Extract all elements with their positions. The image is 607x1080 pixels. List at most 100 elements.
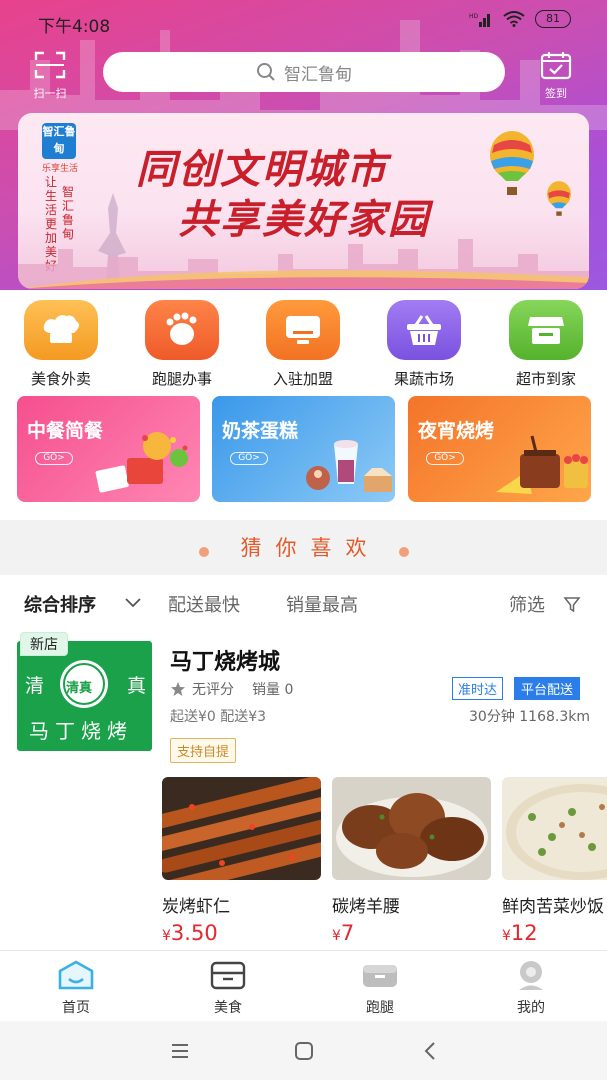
- category-label: 果蔬市场: [393, 370, 454, 388]
- search-placeholder: 智汇鲁甸: [284, 64, 352, 85]
- tab-label: 跑腿: [366, 1000, 394, 1016]
- sort-fastest-delivery[interactable]: 配送最快: [168, 591, 240, 617]
- sort-bar: 综合排序 配送最快 销量最高 筛选: [0, 583, 607, 623]
- new-shop-badge: 新店: [20, 632, 68, 656]
- shop-logo-seal-text: 清真: [66, 681, 93, 696]
- banner-logo: 智汇鲁甸: [42, 123, 76, 159]
- guess-you-like-title: 猜你喜欢: [240, 536, 381, 560]
- back-icon[interactable]: [419, 1039, 443, 1063]
- promo-title: 夜宵烧烤: [418, 420, 495, 442]
- category-label: 入驻加盟: [272, 370, 333, 388]
- shop-logo-text: 清: [25, 675, 45, 697]
- shop-name[interactable]: 马丁烧烤城: [170, 644, 280, 676]
- shop-rating-row: 无评分 销量 0: [170, 679, 293, 699]
- chevron-down-icon[interactable]: [124, 597, 142, 609]
- scan-label: 扫一扫: [33, 87, 67, 100]
- shop-logo-text: 真: [127, 675, 147, 697]
- wifi-icon: [503, 11, 525, 27]
- calendar-check-icon: [540, 52, 572, 80]
- sort-comprehensive[interactable]: 综合排序: [24, 591, 96, 617]
- dish-name: 鲜肉苦菜炒饭: [502, 897, 604, 917]
- category-supermarket[interactable]: 超市到家: [496, 300, 596, 389]
- shop-logo-name: 马丁烧烤: [29, 719, 133, 743]
- chef-hat-icon: [24, 300, 98, 360]
- promo-chinese-meal[interactable]: 中餐简餐 GO>: [17, 396, 200, 502]
- errand-box-icon: [363, 965, 397, 987]
- scan-icon: [34, 51, 66, 79]
- self-pickup-badge: 支持自提: [170, 738, 237, 763]
- home-icon: [58, 960, 94, 990]
- status-time: 下午4:08: [38, 17, 111, 37]
- sort-top-sales[interactable]: 销量最高: [286, 591, 358, 617]
- bottom-tab-bar: 首页 美食 跑腿 我的: [0, 950, 607, 1020]
- filter-icon[interactable]: [563, 595, 581, 613]
- bbq-illustration: [496, 435, 588, 494]
- tab-food[interactable]: 美食: [183, 959, 273, 1017]
- basket-icon: [387, 300, 461, 360]
- banner-logo-sub: 乐享生活: [42, 164, 79, 174]
- promo-go-button: GO>: [35, 452, 73, 465]
- tab-label: 我的: [517, 1000, 545, 1016]
- promo-go-button: GO>: [426, 452, 464, 465]
- category-produce-market[interactable]: 果蔬市场: [374, 300, 474, 389]
- dish-image: [502, 777, 607, 880]
- dish-card[interactable]: 鲜肉苦菜炒饭 ¥12: [502, 777, 607, 945]
- star-icon: [171, 682, 185, 696]
- monitor-icon: [266, 300, 340, 360]
- dish-name: 碳烤羊腰: [332, 897, 400, 917]
- category-label: 美食外卖: [30, 370, 91, 388]
- promo-banner[interactable]: 智汇鲁甸 乐享生活 让生活更加美好 智汇鲁甸 同创文明城市 共享美好家园: [18, 113, 589, 289]
- status-icons: HD 81: [469, 10, 571, 28]
- cake-illustration: [306, 440, 392, 492]
- home-square-icon[interactable]: [292, 1039, 316, 1063]
- signin-label: 签到: [545, 87, 567, 100]
- category-label: 超市到家: [515, 370, 576, 388]
- shop-distance: 30分钟 1168.3km: [469, 709, 590, 725]
- category-label: 跑腿办事: [151, 370, 212, 388]
- filter-button[interactable]: 筛选: [509, 591, 545, 617]
- category-grid: 美食外卖 跑腿办事 入驻加盟 果蔬市场 超市到家: [0, 300, 607, 392]
- dish-card[interactable]: 碳烤羊腰 ¥7: [332, 777, 491, 945]
- category-errand[interactable]: 跑腿办事: [132, 300, 232, 389]
- shop-logo[interactable]: 清 清真 真 马丁烧烤: [17, 641, 152, 751]
- dish-price: ¥3.50: [162, 921, 218, 945]
- dish-image: [162, 777, 321, 880]
- promo-milk-tea-cake[interactable]: 奶茶蛋糕 GO>: [212, 396, 395, 502]
- dot-decoration-icon: [399, 547, 409, 557]
- tab-label: 美食: [214, 1000, 242, 1016]
- search-icon: [257, 63, 275, 81]
- dot-decoration-icon: [199, 547, 209, 557]
- dish-price: ¥7: [332, 921, 355, 945]
- footprint-icon: [145, 300, 219, 360]
- category-food-delivery[interactable]: 美食外卖: [11, 300, 111, 389]
- shop-sales: 销量 0: [252, 682, 294, 698]
- scan-button[interactable]: 扫一扫: [28, 50, 72, 101]
- shop-rating: 无评分: [192, 682, 234, 698]
- app-screen: 下午4:08 HD 81 扫一扫 智汇鲁甸 签到 智汇鲁甸 乐享生活 让生活更加…: [0, 0, 607, 1080]
- svg-text:HD: HD: [469, 13, 479, 20]
- system-nav-bar: [0, 1021, 607, 1080]
- tab-errand[interactable]: 跑腿: [335, 959, 425, 1017]
- profile-icon: [519, 961, 543, 990]
- tab-label: 首页: [62, 1000, 90, 1016]
- promo-late-night-bbq[interactable]: 夜宵烧烤 GO>: [408, 396, 591, 502]
- dish-card[interactable]: 炭烤虾仁 ¥3.50: [162, 777, 321, 945]
- store-icon: [509, 300, 583, 360]
- dish-name: 炭烤虾仁: [162, 897, 230, 917]
- signin-button[interactable]: 签到: [534, 50, 578, 101]
- guess-you-like-header: 猜你喜欢: [0, 520, 607, 575]
- tab-home[interactable]: 首页: [31, 959, 121, 1017]
- status-bar: 下午4:08 HD 81: [0, 0, 607, 42]
- menu-icon[interactable]: [168, 1039, 192, 1063]
- food-box-icon: [210, 961, 246, 990]
- small-balloon-icon: [547, 181, 571, 216]
- meal-illustration: [95, 432, 188, 493]
- tab-profile[interactable]: 我的: [486, 959, 576, 1017]
- signal-icon: HD: [469, 13, 490, 27]
- category-join[interactable]: 入驻加盟: [253, 300, 353, 389]
- ontime-badge: 准时达: [452, 677, 504, 700]
- search-input[interactable]: 智汇鲁甸: [103, 52, 505, 92]
- dish-price: ¥12: [502, 921, 538, 945]
- top-bar: 扫一扫 智汇鲁甸 签到: [0, 48, 607, 101]
- hot-air-balloon-icon: [490, 131, 534, 195]
